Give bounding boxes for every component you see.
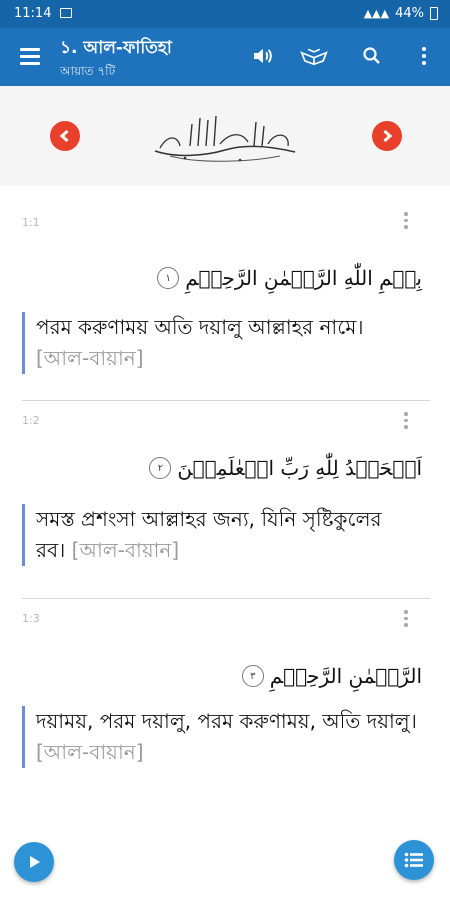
translation-text: পরম করুণাময় অতি দয়ালু আল্লাহর নামে। [আ… <box>22 312 417 374</box>
signal-icon: ▲▲▲ <box>363 7 390 20</box>
more-vert-icon[interactable] <box>404 412 410 432</box>
bismillah-calligraphy <box>154 115 296 162</box>
speaker-icon[interactable] <box>249 42 277 70</box>
list-icon <box>404 852 423 868</box>
chevron-left-icon <box>59 129 69 143</box>
translation: দয়াময়, পরম দয়ালু, পরম করুণাময়, অতি দ… <box>36 709 417 733</box>
verse-number: 1:2 <box>22 414 40 427</box>
arabic-verse: الرَّحۡمٰنِ الرَّحِیۡمِ <box>269 664 422 688</box>
arabic-verse: بِسۡمِ اللّٰهِ الرَّحۡمٰنِ الرَّحِیۡمِ <box>185 266 422 290</box>
verse-list[interactable]: 1:1 بِسۡمِ اللّٰهِ الرَّحۡمٰنِ الرَّحِیۡ… <box>0 186 450 900</box>
more-vert-icon[interactable] <box>404 212 410 232</box>
menu-icon[interactable] <box>20 48 40 65</box>
quran-book-icon[interactable] <box>300 42 328 70</box>
arabic-text: بِسۡمِ اللّٰهِ الرَّحۡمٰنِ الرَّحِیۡمِ ١ <box>157 266 422 290</box>
play-button[interactable] <box>14 842 54 882</box>
translation-source[interactable]: [আল-বায়ান] <box>72 538 180 562</box>
translation-source[interactable]: [আল-বায়ান] <box>36 346 144 370</box>
ayah-end-marker: ٢ <box>149 457 172 479</box>
next-surah-button[interactable] <box>372 121 402 151</box>
surah-title: ১. আল-ফাতিহা <box>60 38 172 58</box>
more-vert-icon[interactable] <box>404 610 410 630</box>
status-right: ▲▲▲ 44% <box>364 6 438 21</box>
status-bar: 11:14 ▲▲▲ 44% <box>0 0 450 28</box>
gallery-notification-icon <box>60 8 72 18</box>
ayah-end-marker: ٣ <box>241 665 264 687</box>
play-icon <box>30 856 40 868</box>
verse-list-button[interactable] <box>394 840 434 880</box>
status-time: 11:14 <box>14 6 52 21</box>
app-bar: ১. আল-ফাতিহা আয়াত ৭টি <box>0 28 450 86</box>
translation-source[interactable]: [আল-বায়ান] <box>36 740 144 764</box>
divider <box>22 400 430 401</box>
verse-number: 1:1 <box>22 216 40 229</box>
battery-level: 44% <box>395 6 424 21</box>
battery-icon <box>430 7 438 20</box>
translation-text: দয়াময়, পরম দয়ালু, পরম করুণাময়, অতি দ… <box>22 706 417 768</box>
verse-number: 1:3 <box>22 612 40 625</box>
chevron-right-icon <box>383 129 393 143</box>
previous-surah-button[interactable] <box>50 121 80 151</box>
translation-text: সমস্ত প্রশংসা আল্লাহর জন্য, যিনি সৃষ্টিক… <box>22 504 417 566</box>
divider <box>22 598 430 599</box>
arabic-verse: اَلۡحَمۡدُ لِلّٰهِ رَبِّ الۡعٰلَمِیۡنَ <box>177 456 422 480</box>
search-icon[interactable] <box>358 42 386 70</box>
ayah-count: আয়াত ৭টি <box>60 64 116 78</box>
arabic-text: اَلۡحَمۡدُ لِلّٰهِ رَبِّ الۡعٰلَمِیۡنَ ٢ <box>149 456 422 480</box>
translation: পরম করুণাময় অতি দয়ালু আল্লাহর নামে। <box>36 315 364 339</box>
arabic-text: الرَّحۡمٰنِ الرَّحِیۡمِ ٣ <box>241 664 422 688</box>
ayah-end-marker: ١ <box>157 267 180 289</box>
surah-header <box>0 86 450 186</box>
more-vert-icon[interactable] <box>410 42 438 70</box>
